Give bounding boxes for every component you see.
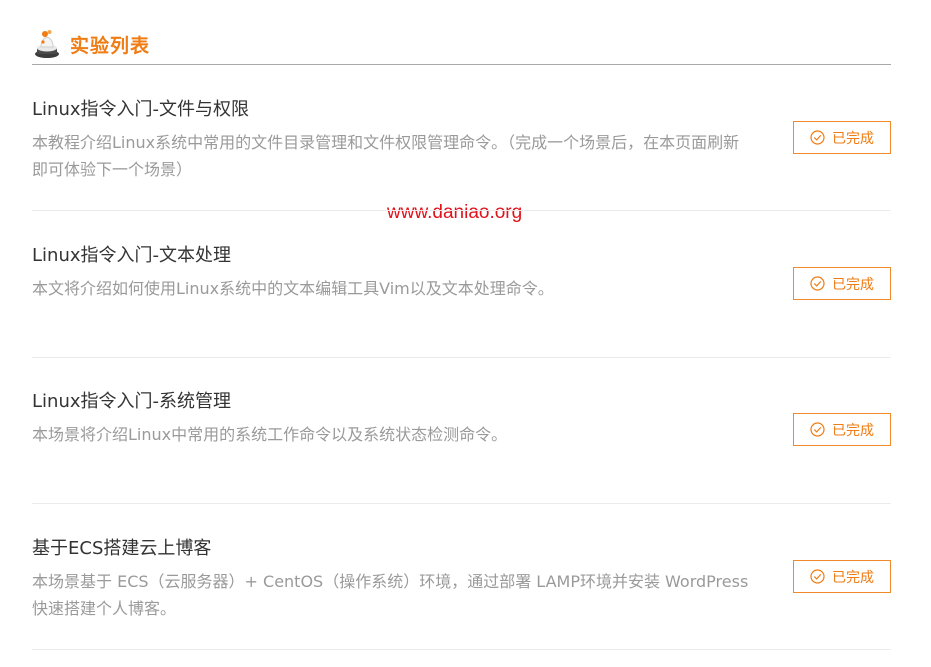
- status-label: 已完成: [832, 130, 874, 147]
- lab-description: 本场景基于 ECS（云服务器）+ CentOS（操作系统）环境，通过部署 LAM…: [32, 572, 749, 618]
- lab-title[interactable]: Linux指令入门-文本处理: [32, 241, 231, 267]
- check-circle-icon: [810, 422, 825, 437]
- lab-description: 本文将介绍如何使用Linux系统中的文本编辑工具Vim以及文本处理命令。: [32, 279, 554, 298]
- completed-status-button[interactable]: 已完成: [793, 413, 891, 446]
- status-label: 已完成: [832, 276, 874, 293]
- completed-status-button[interactable]: 已完成: [793, 267, 891, 300]
- lab-list-item[interactable]: 基于ECS搭建云上博客 本场景基于 ECS（云服务器）+ CentOS（操作系统…: [32, 534, 891, 650]
- lab-description: 本场景将介绍Linux中常用的系统工作命令以及系统状态检测命令。: [32, 425, 508, 444]
- completed-status-button[interactable]: 已完成: [793, 121, 891, 154]
- status-label: 已完成: [832, 569, 874, 586]
- lab-title[interactable]: 基于ECS搭建云上博客: [32, 534, 211, 560]
- status-label: 已完成: [832, 422, 874, 439]
- completed-status-button[interactable]: 已完成: [793, 560, 891, 593]
- check-circle-icon: [810, 276, 825, 291]
- lab-flask-icon: [32, 28, 62, 59]
- lab-title[interactable]: Linux指令入门-文件与权限: [32, 95, 249, 121]
- lab-description: 本教程介绍Linux系统中常用的文件目录管理和文件权限管理命令。（完成一个场景后…: [32, 133, 740, 179]
- lab-list-item[interactable]: Linux指令入门-文件与权限 本教程介绍Linux系统中常用的文件目录管理和文…: [32, 95, 891, 211]
- lab-list-page: 实验列表 www.daniao.org Linux指令入门-文件与权限 本教程介…: [0, 0, 931, 667]
- lab-list-item[interactable]: Linux指令入门-系统管理 本场景将介绍Linux中常用的系统工作命令以及系统…: [32, 387, 891, 504]
- check-circle-icon: [810, 569, 825, 584]
- lab-list-item[interactable]: Linux指令入门-文本处理 本文将介绍如何使用Linux系统中的文本编辑工具V…: [32, 241, 891, 358]
- page-title: 实验列表: [70, 35, 151, 57]
- lab-list-header: 实验列表: [32, 28, 891, 65]
- check-circle-icon: [810, 130, 825, 145]
- lab-title[interactable]: Linux指令入门-系统管理: [32, 387, 231, 413]
